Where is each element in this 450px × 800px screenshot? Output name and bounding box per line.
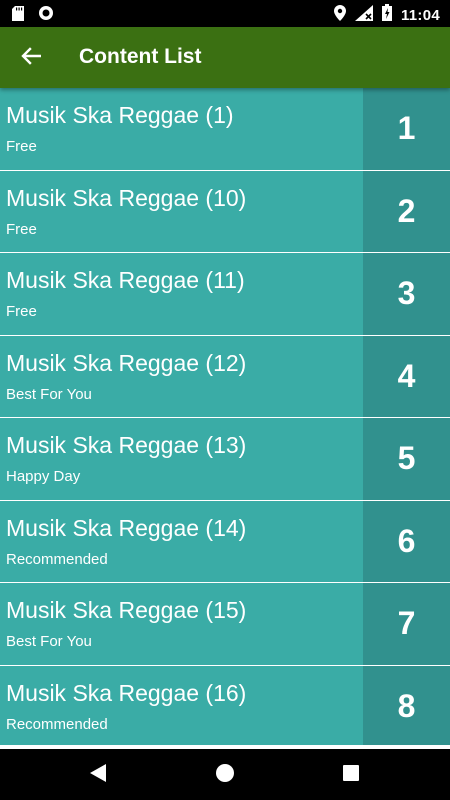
list-item-subtitle: Free — [6, 220, 37, 238]
navigation-bar — [0, 749, 450, 800]
app-bar: Content List — [0, 27, 450, 88]
list-item-title: Musik Ska Reggae (1) — [6, 102, 234, 128]
list-item-text: Musik Ska Reggae (12) Best For You — [0, 336, 363, 418]
list-item-subtitle: Best For You — [6, 633, 92, 650]
home-circle-icon — [215, 763, 235, 788]
list-item[interactable]: Musik Ska Reggae (11) Free 3 — [0, 253, 450, 336]
list-item-text: Musik Ska Reggae (16) Recommended — [0, 666, 363, 746]
list-item-title: Musik Ska Reggae (15) — [6, 597, 247, 623]
list-item-subtitle: Free — [6, 138, 37, 155]
list-item-number: 8 — [363, 665, 450, 745]
list-item-title: Musik Ska Reggae (12) — [6, 349, 247, 376]
list-item-number: 6 — [363, 500, 450, 582]
list-item[interactable]: Musik Ska Reggae (13) Happy Day 5 — [0, 418, 450, 501]
list-item-title: Musik Ska Reggae (13) — [6, 432, 247, 458]
list-item[interactable]: Musik Ska Reggae (10) Free 2 — [0, 170, 450, 253]
list-item[interactable]: Musik Ska Reggae (14) Recommended 6 — [0, 500, 450, 583]
back-button[interactable] — [12, 39, 50, 77]
status-time: 11:04 — [400, 6, 440, 24]
list-item-subtitle: Free — [6, 303, 37, 320]
list-item-number: 2 — [363, 170, 450, 252]
list-item-subtitle: Best For You — [6, 385, 92, 403]
list-item-number: 5 — [363, 418, 450, 500]
list-item-title: Musik Ska Reggae (14) — [6, 514, 247, 541]
wifi-icon — [354, 4, 373, 26]
list-item-title: Musik Ska Reggae (11) — [6, 267, 245, 293]
location-icon — [333, 4, 346, 26]
sd-card-icon — [12, 5, 24, 26]
back-triangle-icon — [89, 763, 107, 788]
list-item-subtitle: Recommended — [6, 715, 108, 733]
list-item[interactable]: Musik Ska Reggae (16) Recommended 8 — [0, 665, 450, 746]
list-item-text: Musik Ska Reggae (1) Free — [0, 88, 363, 170]
list-item-subtitle: Happy Day — [6, 468, 81, 485]
list-item-number: 3 — [363, 253, 450, 335]
content-list[interactable]: Musik Ska Reggae (1) Free 1 Musik Ska Re… — [0, 88, 450, 745]
list-item[interactable]: Musik Ska Reggae (1) Free 1 — [0, 88, 450, 171]
nav-back-button[interactable] — [86, 763, 110, 787]
list-item-text: Musik Ska Reggae (13) Happy Day — [0, 418, 363, 500]
list-item-text: Musik Ska Reggae (10) Free — [0, 171, 363, 253]
list-item-number: 1 — [363, 88, 450, 170]
list-item[interactable]: Musik Ska Reggae (15) Best For You 7 — [0, 583, 450, 666]
list-item-title: Musik Ska Reggae (10) — [6, 184, 247, 211]
arrow-back-icon — [21, 46, 42, 70]
list-item-text: Musik Ska Reggae (14) Recommended — [0, 501, 363, 583]
circle-notification-icon — [38, 5, 54, 26]
recents-square-icon — [342, 764, 360, 787]
list-item-number: 7 — [363, 583, 450, 665]
nav-home-button[interactable] — [213, 763, 237, 787]
battery-icon — [381, 4, 392, 26]
list-item-subtitle: Recommended — [6, 550, 108, 568]
list-item[interactable]: Musik Ska Reggae (12) Best For You 4 — [0, 335, 450, 418]
status-bar: 11:04 — [0, 0, 450, 27]
list-item-text: Musik Ska Reggae (15) Best For You — [0, 583, 363, 665]
list-item-number: 4 — [363, 335, 450, 417]
page-title: Content List — [79, 45, 202, 68]
list-item-text: Musik Ska Reggae (11) Free — [0, 253, 363, 335]
list-item-title: Musik Ska Reggae (16) — [6, 679, 247, 706]
nav-recents-button[interactable] — [339, 763, 363, 787]
